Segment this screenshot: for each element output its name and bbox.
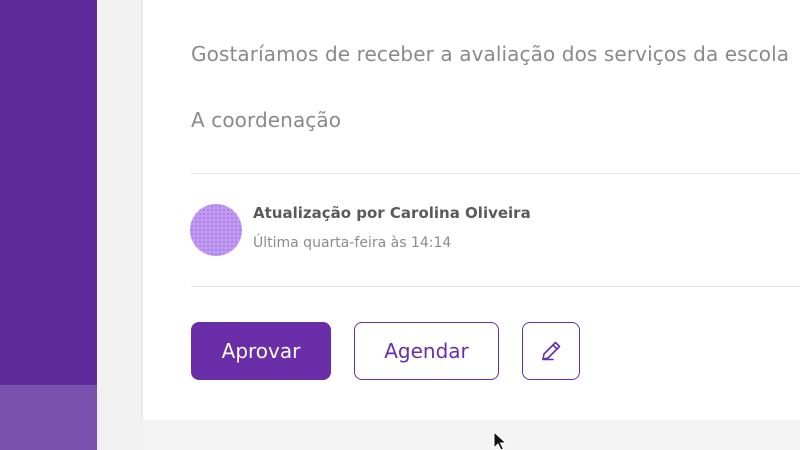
update-timestamp: Última quarta-feira às 14:14 (253, 235, 452, 251)
approve-button-label: Aprovar (221, 339, 301, 363)
content-gap (97, 0, 143, 450)
approve-button[interactable]: Aprovar (191, 322, 331, 380)
sidebar-bottom-item[interactable] (0, 385, 97, 450)
edit-button[interactable] (522, 322, 580, 380)
schedule-button-label: Agendar (384, 339, 469, 363)
update-author: Atualização por Carolina Oliveira (253, 204, 531, 222)
message-text: Gostaríamos de receber a avaliação dos s… (191, 42, 790, 66)
divider (191, 173, 800, 174)
pencil-icon (542, 341, 561, 361)
sidebar (0, 0, 97, 450)
avatar (190, 204, 242, 256)
card-footer-strip (143, 420, 800, 450)
message-signature: A coordenação (191, 108, 342, 132)
mouse-cursor-icon (493, 432, 508, 450)
schedule-button[interactable]: Agendar (354, 322, 499, 380)
divider (191, 286, 800, 287)
